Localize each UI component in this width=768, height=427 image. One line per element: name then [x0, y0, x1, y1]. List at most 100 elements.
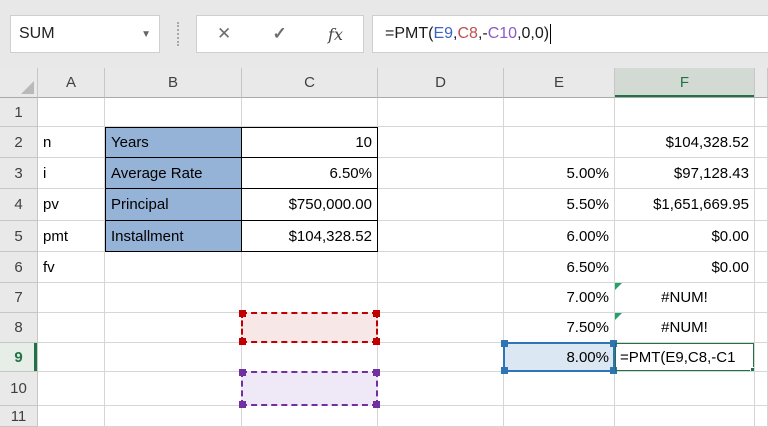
- cell-A5[interactable]: pmt: [38, 221, 105, 252]
- cell-E3[interactable]: 5.00%: [504, 158, 615, 189]
- formula-input[interactable]: =PMT(E9,C8,-C10,0,0): [372, 15, 768, 53]
- cell-E5[interactable]: 6.00%: [504, 221, 615, 252]
- cell-C3[interactable]: 6.50%: [242, 158, 378, 189]
- cell-E8[interactable]: 7.50%: [504, 313, 615, 343]
- cell-C4[interactable]: $750,000.00: [242, 189, 378, 221]
- cell-A1[interactable]: [38, 98, 105, 127]
- column-header-A[interactable]: A: [38, 68, 105, 98]
- cell-G11-partial[interactable]: [755, 406, 768, 427]
- cell-F4[interactable]: $1,651,669.95: [615, 189, 755, 221]
- selection-handle[interactable]: [239, 338, 246, 345]
- cell-G9-partial[interactable]: [755, 343, 768, 372]
- cell-A10[interactable]: [38, 372, 105, 406]
- row-header-1[interactable]: 1: [0, 98, 38, 127]
- cell-F7[interactable]: #NUM!: [615, 283, 755, 313]
- cell-D9[interactable]: [378, 343, 504, 372]
- cell-A11[interactable]: [38, 406, 105, 427]
- row-header-2[interactable]: 2: [0, 127, 38, 158]
- cell-F6[interactable]: $0.00: [615, 252, 755, 283]
- row-header-5[interactable]: 5: [0, 221, 38, 252]
- cell-G6-partial[interactable]: [755, 252, 768, 283]
- selection-handle[interactable]: [501, 367, 508, 374]
- cell-E10[interactable]: [504, 372, 615, 406]
- row-header-8[interactable]: 8: [0, 313, 38, 343]
- cell-D3[interactable]: [378, 158, 504, 189]
- selection-handle[interactable]: [239, 401, 246, 408]
- cell-G1-partial[interactable]: [755, 98, 768, 127]
- cell-G2-partial[interactable]: [755, 127, 768, 158]
- cell-B7[interactable]: [105, 283, 242, 313]
- row-header-4[interactable]: 4: [0, 189, 38, 221]
- cell-B9[interactable]: [105, 343, 242, 372]
- enter-icon[interactable]: ✓: [273, 24, 287, 44]
- cell-B2[interactable]: Years: [105, 127, 242, 158]
- cell-C1[interactable]: [242, 98, 378, 127]
- cell-D2[interactable]: [378, 127, 504, 158]
- selection-handle[interactable]: [373, 369, 380, 376]
- cell-E2[interactable]: [504, 127, 615, 158]
- cell-D4[interactable]: [378, 189, 504, 221]
- cell-F1[interactable]: [615, 98, 755, 127]
- selection-handle[interactable]: [239, 369, 246, 376]
- row-header-9[interactable]: 9: [0, 343, 38, 372]
- cell-A4[interactable]: pv: [38, 189, 105, 221]
- cell-G10-partial[interactable]: [755, 372, 768, 406]
- cell-E7[interactable]: 7.00%: [504, 283, 615, 313]
- selection-handle[interactable]: [373, 310, 380, 317]
- cell-A3[interactable]: i: [38, 158, 105, 189]
- cell-E4[interactable]: 5.50%: [504, 189, 615, 221]
- cell-E11[interactable]: [504, 406, 615, 427]
- cell-G8-partial[interactable]: [755, 313, 768, 343]
- cell-C2[interactable]: 10: [242, 127, 378, 158]
- cell-D8[interactable]: [378, 313, 504, 343]
- cell-B11[interactable]: [105, 406, 242, 427]
- cell-F2[interactable]: $104,328.52: [615, 127, 755, 158]
- cell-D10[interactable]: [378, 372, 504, 406]
- cell-B3[interactable]: Average Rate: [105, 158, 242, 189]
- cell-A7[interactable]: [38, 283, 105, 313]
- cell-A6[interactable]: fv: [38, 252, 105, 283]
- cancel-icon[interactable]: ✕: [217, 24, 231, 44]
- column-header-B[interactable]: B: [105, 68, 242, 98]
- cell-A2[interactable]: n: [38, 127, 105, 158]
- column-header-F[interactable]: F: [615, 68, 755, 98]
- cell-edit-value[interactable]: =PMT(E9,C8,-C1: [620, 349, 735, 366]
- row-header-6[interactable]: 6: [0, 252, 38, 283]
- cell-D6[interactable]: [378, 252, 504, 283]
- cell-B6[interactable]: [105, 252, 242, 283]
- cell-C8[interactable]: [242, 313, 378, 343]
- cell-F3[interactable]: $97,128.43: [615, 158, 755, 189]
- cell-C11[interactable]: [242, 406, 378, 427]
- cell-G4-partial[interactable]: [755, 189, 768, 221]
- cell-B4[interactable]: Principal: [105, 189, 242, 221]
- cell-E1[interactable]: [504, 98, 615, 127]
- cell-D7[interactable]: [378, 283, 504, 313]
- selection-handle[interactable]: [373, 338, 380, 345]
- cell-G7-partial[interactable]: [755, 283, 768, 313]
- row-header-11[interactable]: 11: [0, 406, 38, 427]
- cell-C10[interactable]: [242, 372, 378, 406]
- cell-F9-active[interactable]: =PMT(E9,C8,-C1: [615, 343, 755, 372]
- cell-A8[interactable]: [38, 313, 105, 343]
- cell-B5[interactable]: Installment: [105, 221, 242, 252]
- cell-C7[interactable]: [242, 283, 378, 313]
- selection-handle[interactable]: [501, 340, 508, 347]
- name-box[interactable]: SUM ▼: [10, 15, 160, 53]
- cell-F5[interactable]: $0.00: [615, 221, 755, 252]
- column-header-D[interactable]: D: [378, 68, 504, 98]
- cell-C5[interactable]: $104,328.52: [242, 221, 378, 252]
- row-header-3[interactable]: 3: [0, 158, 38, 189]
- cell-C6[interactable]: [242, 252, 378, 283]
- cell-A9[interactable]: [38, 343, 105, 372]
- cell-D11[interactable]: [378, 406, 504, 427]
- select-all-corner[interactable]: [0, 68, 38, 98]
- cell-C9[interactable]: [242, 343, 378, 372]
- cell-D1[interactable]: [378, 98, 504, 127]
- column-header-partial[interactable]: [755, 68, 768, 98]
- cell-E6[interactable]: 6.50%: [504, 252, 615, 283]
- row-header-7[interactable]: 7: [0, 283, 38, 313]
- cell-B1[interactable]: [105, 98, 242, 127]
- cell-B8[interactable]: [105, 313, 242, 343]
- cell-B10[interactable]: [105, 372, 242, 406]
- column-header-E[interactable]: E: [504, 68, 615, 98]
